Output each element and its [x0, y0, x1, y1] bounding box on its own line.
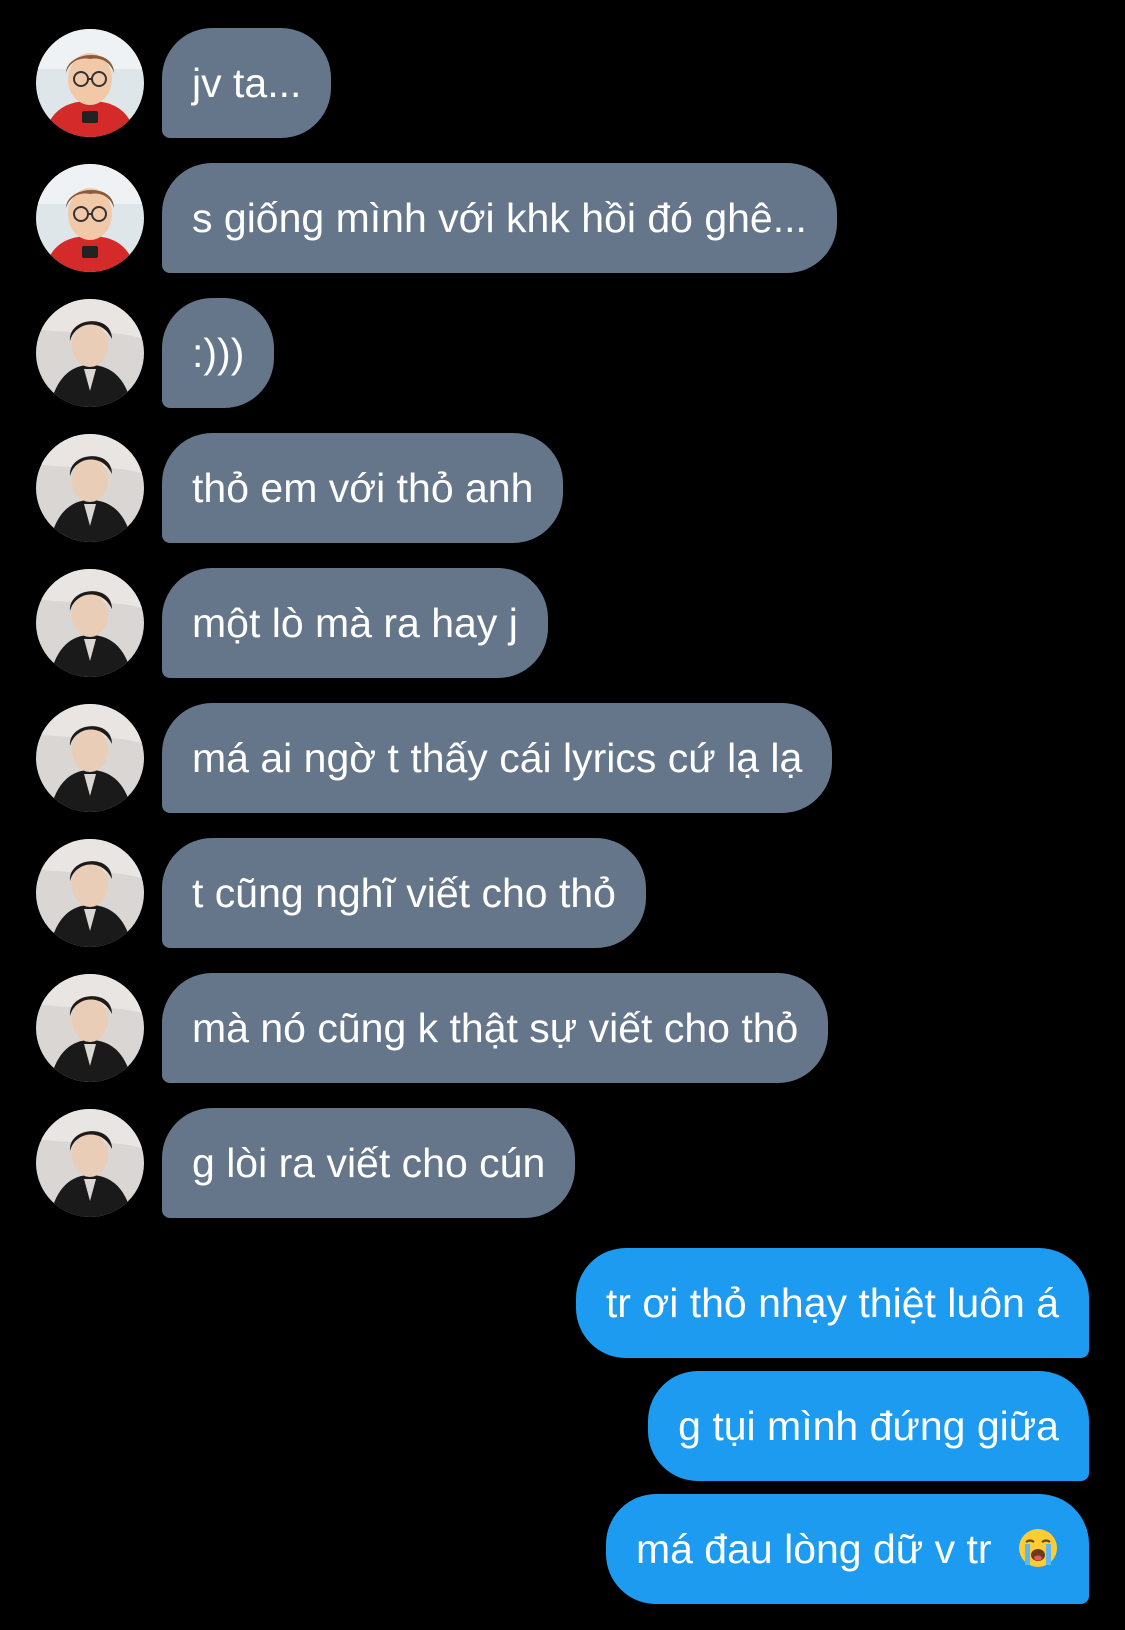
avatar-black-jacket-icon	[36, 1109, 144, 1217]
message-row: jv ta...	[0, 28, 1125, 138]
incoming-message-bubble[interactable]: :)))	[162, 298, 275, 408]
avatar-black-jacket-icon	[36, 839, 144, 947]
message-row: tr ơi thỏ nhạy thiệt luôn á	[0, 1248, 1125, 1358]
avatar[interactable]	[36, 974, 144, 1082]
message-row: t cũng nghĩ viết cho thỏ	[0, 838, 1125, 948]
message-text: má ai ngờ t thấy cái lyrics cứ lạ lạ	[192, 735, 803, 781]
avatar-black-jacket-icon	[36, 569, 144, 677]
message-text: g lòi ra viết cho cún	[192, 1140, 546, 1186]
outgoing-message-bubble[interactable]: tr ơi thỏ nhạy thiệt luôn á	[575, 1248, 1089, 1358]
avatar-black-jacket-icon	[36, 299, 144, 407]
message-row: má ai ngờ t thấy cái lyrics cứ lạ lạ	[0, 703, 1125, 813]
message-text: má đau lòng dữ v tr	[635, 1526, 992, 1572]
avatar-black-jacket-icon	[36, 704, 144, 812]
message-text: một lò mà ra hay j	[192, 600, 518, 646]
avatar-red-shirt-glasses-icon	[36, 29, 144, 137]
incoming-message-bubble[interactable]: một lò mà ra hay j	[162, 568, 548, 678]
message-text: s giống mình với khk hồi đó ghê...	[192, 195, 807, 241]
message-text: :)))	[192, 330, 245, 376]
incoming-message-bubble[interactable]: s giống mình với khk hồi đó ghê...	[162, 163, 837, 273]
message-text: tr ơi thỏ nhạy thiệt luôn á	[605, 1280, 1059, 1326]
message-row: :)))	[0, 298, 1125, 408]
incoming-message-bubble[interactable]: thỏ em với thỏ anh	[162, 433, 564, 543]
incoming-message-bubble[interactable]: t cũng nghĩ viết cho thỏ	[162, 838, 646, 948]
avatar[interactable]	[36, 704, 144, 812]
outgoing-message-bubble[interactable]: g tụi mình đứng giữa	[648, 1371, 1089, 1481]
loudly-crying-face-icon	[1019, 1529, 1057, 1568]
message-row: thỏ em với thỏ anh	[0, 433, 1125, 543]
message-row: mà nó cũng k thật sự viết cho thỏ	[0, 973, 1125, 1083]
message-row: một lò mà ra hay j	[0, 568, 1125, 678]
message-text: thỏ em với thỏ anh	[192, 465, 534, 511]
message-row: s giống mình với khk hồi đó ghê...	[0, 163, 1125, 273]
message-text: jv ta...	[192, 60, 302, 106]
incoming-message-bubble[interactable]: jv ta...	[162, 28, 332, 138]
message-text: mà nó cũng k thật sự viết cho thỏ	[192, 1005, 799, 1051]
incoming-message-bubble[interactable]: g lòi ra viết cho cún	[162, 1108, 576, 1218]
avatar[interactable]	[36, 434, 144, 542]
message-row: má đau lòng dữ v tr	[0, 1494, 1125, 1604]
avatar-black-jacket-icon	[36, 434, 144, 542]
avatar[interactable]	[36, 839, 144, 947]
avatar[interactable]	[36, 299, 144, 407]
avatar[interactable]	[36, 1109, 144, 1217]
avatar-red-shirt-glasses-icon	[36, 164, 144, 272]
avatar[interactable]	[36, 164, 144, 272]
incoming-message-bubble[interactable]: mà nó cũng k thật sự viết cho thỏ	[162, 973, 829, 1083]
avatar[interactable]	[36, 29, 144, 137]
message-row: g lòi ra viết cho cún	[0, 1108, 1125, 1218]
avatar[interactable]	[36, 569, 144, 677]
avatar-black-jacket-icon	[36, 974, 144, 1082]
outgoing-message-bubble[interactable]: má đau lòng dữ v tr	[605, 1494, 1089, 1604]
incoming-message-bubble[interactable]: má ai ngờ t thấy cái lyrics cứ lạ lạ	[162, 703, 833, 813]
message-row: g tụi mình đứng giữa	[0, 1371, 1125, 1481]
message-text: t cũng nghĩ viết cho thỏ	[192, 870, 616, 916]
message-text: g tụi mình đứng giữa	[678, 1403, 1059, 1449]
